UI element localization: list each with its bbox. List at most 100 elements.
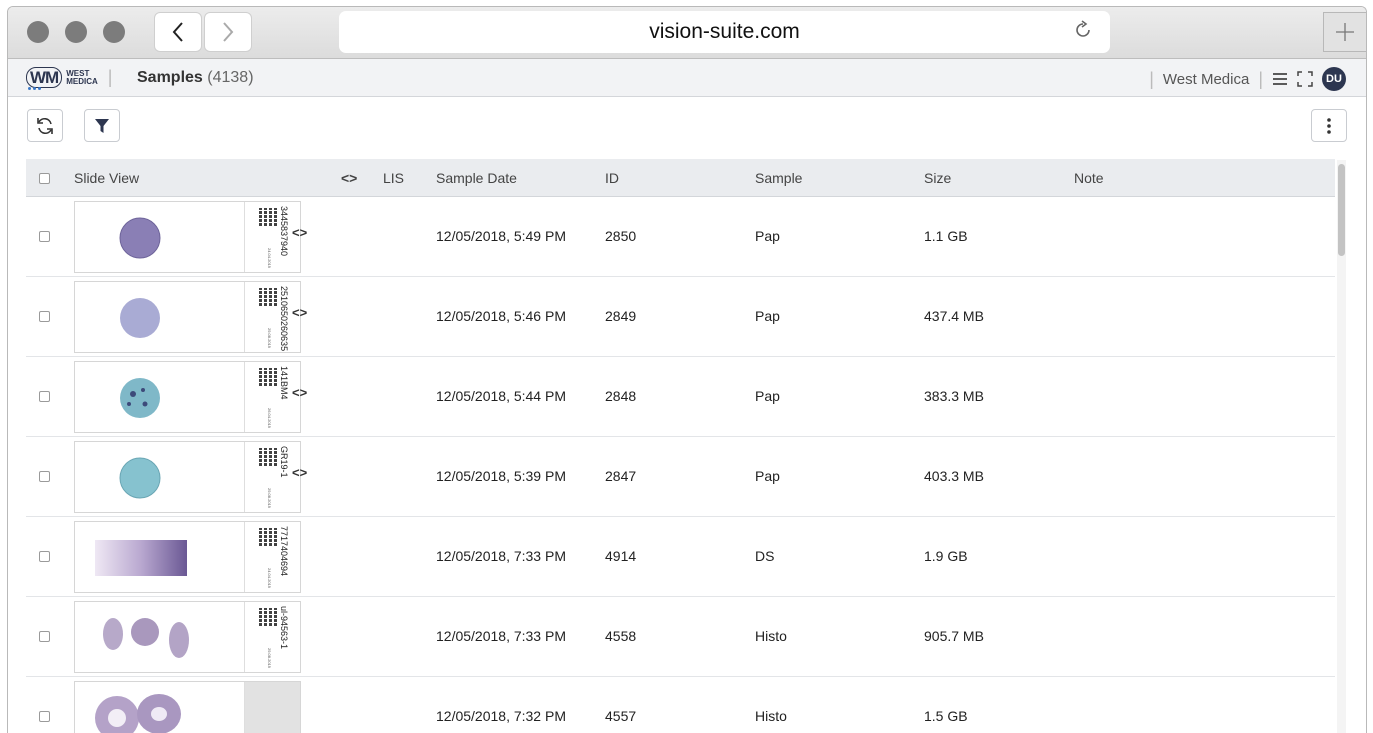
west-medica-logo[interactable]: WM WEST MEDICA | bbox=[26, 67, 112, 90]
col-sample-date[interactable]: Sample Date bbox=[436, 170, 517, 186]
plus-icon bbox=[1336, 23, 1354, 41]
page-title: Samples (4138) bbox=[137, 69, 254, 87]
slide-specimen-image bbox=[120, 298, 160, 338]
select-all-checkbox[interactable] bbox=[39, 173, 50, 184]
table-row[interactable]: 3445837940 24.04.2019 <> 12/05/2018, 5:4… bbox=[26, 197, 1335, 277]
sample-id: 4914 bbox=[605, 548, 637, 564]
view-code-link[interactable]: <> bbox=[292, 465, 307, 480]
vertical-scrollbar[interactable] bbox=[1337, 160, 1346, 733]
back-button[interactable] bbox=[154, 12, 202, 52]
slide-specimen-image bbox=[95, 540, 187, 576]
sample-type: DS bbox=[755, 548, 775, 564]
sample-size: 1.9 GB bbox=[924, 548, 968, 564]
slide-thumbnail[interactable] bbox=[74, 681, 301, 733]
slide-specimen-image bbox=[119, 217, 161, 259]
sample-type: Pap bbox=[755, 388, 780, 404]
row-checkbox[interactable] bbox=[39, 231, 50, 242]
user-avatar[interactable]: DU bbox=[1322, 67, 1346, 91]
slide-label-date: 29.08.2019 bbox=[267, 647, 272, 668]
header-right: | West Medica | DU bbox=[1149, 67, 1346, 91]
qr-code bbox=[259, 208, 277, 226]
sample-id: 2848 bbox=[605, 388, 637, 404]
row-checkbox[interactable] bbox=[39, 471, 50, 482]
page-title-text: Samples bbox=[137, 69, 203, 86]
table-row[interactable]: 2510650260635 29.08.2019 <> 12/05/2018, … bbox=[26, 277, 1335, 357]
slide-specimen-image bbox=[119, 457, 161, 499]
sample-date: 12/05/2018, 5:46 PM bbox=[436, 308, 566, 324]
slide-thumbnail[interactable]: GR19-1 29.08.2019 bbox=[74, 441, 301, 513]
row-checkbox[interactable] bbox=[39, 391, 50, 402]
minimize-window-button[interactable] bbox=[65, 21, 87, 43]
logo-brand: WEST MEDICA bbox=[66, 69, 98, 86]
sample-date: 12/05/2018, 5:49 PM bbox=[436, 228, 566, 244]
sample-size: 437.4 MB bbox=[924, 308, 984, 324]
slide-thumbnail[interactable]: 141BM4 26.04.2019 bbox=[74, 361, 301, 433]
table-row[interactable]: ul-94563-1 29.08.2019 12/05/2018, 7:33 P… bbox=[26, 597, 1335, 677]
sample-type: Histo bbox=[755, 708, 787, 724]
table-row[interactable]: GR19-1 29.08.2019 <> 12/05/2018, 5:39 PM… bbox=[26, 437, 1335, 517]
slide-label: 7717404694 24.04.2019 bbox=[244, 522, 300, 592]
slide-thumbnail[interactable]: 2510650260635 29.08.2019 bbox=[74, 281, 301, 353]
sample-id: 2849 bbox=[605, 308, 637, 324]
row-checkbox[interactable] bbox=[39, 311, 50, 322]
slide-thumbnail[interactable]: 7717404694 24.04.2019 bbox=[74, 521, 301, 593]
new-tab-button[interactable] bbox=[1323, 12, 1366, 52]
table-row[interactable]: 12/05/2018, 7:32 PM 4557 Histo 1.5 GB bbox=[26, 677, 1335, 733]
sample-date: 12/05/2018, 7:33 PM bbox=[436, 628, 566, 644]
col-sample[interactable]: Sample bbox=[755, 170, 802, 186]
org-name[interactable]: West Medica bbox=[1163, 71, 1249, 88]
sample-id: 4558 bbox=[605, 628, 637, 644]
slide-label-date: 24.04.2019 bbox=[267, 567, 272, 588]
sample-date: 12/05/2018, 5:39 PM bbox=[436, 468, 566, 484]
sample-date: 12/05/2018, 7:33 PM bbox=[436, 548, 566, 564]
scrollbar-thumb[interactable] bbox=[1338, 164, 1345, 256]
qr-code bbox=[259, 368, 277, 386]
more-vertical-icon bbox=[1327, 117, 1331, 134]
sample-type: Pap bbox=[755, 308, 780, 324]
reload-button[interactable] bbox=[1072, 19, 1094, 41]
fullscreen-icon[interactable] bbox=[1297, 71, 1313, 87]
sample-size: 1.5 GB bbox=[924, 708, 968, 724]
col-id[interactable]: ID bbox=[605, 170, 619, 186]
view-code-link[interactable]: <> bbox=[292, 305, 307, 320]
forward-button[interactable] bbox=[204, 12, 252, 52]
close-window-button[interactable] bbox=[27, 21, 49, 43]
sample-type: Pap bbox=[755, 468, 780, 484]
qr-code bbox=[259, 608, 277, 626]
menu-icon[interactable] bbox=[1272, 72, 1288, 86]
refresh-button[interactable] bbox=[27, 109, 63, 142]
view-code-link[interactable]: <> bbox=[292, 225, 307, 240]
slide-label-date: 29.08.2019 bbox=[267, 487, 272, 508]
row-checkbox[interactable] bbox=[39, 711, 50, 722]
slide-label-date: 24.04.2019 bbox=[267, 247, 272, 268]
slide-thumbnail[interactable]: 3445837940 24.04.2019 bbox=[74, 201, 301, 273]
sample-date: 12/05/2018, 5:44 PM bbox=[436, 388, 566, 404]
view-code-link[interactable]: <> bbox=[292, 385, 307, 400]
slide-label-date: 26.04.2019 bbox=[267, 407, 272, 428]
col-lis[interactable]: LIS bbox=[383, 170, 404, 186]
row-checkbox[interactable] bbox=[39, 631, 50, 642]
col-size[interactable]: Size bbox=[924, 170, 951, 186]
sample-id: 2847 bbox=[605, 468, 637, 484]
slide-label-text: GR19-1 bbox=[279, 446, 289, 478]
col-slide-view[interactable]: Slide View bbox=[74, 170, 139, 186]
slide-specimen-image bbox=[103, 618, 189, 658]
table-header: Slide View <> LIS Sample Date ID Sample … bbox=[26, 159, 1335, 197]
slide-label-date: 29.08.2019 bbox=[267, 327, 272, 348]
sample-count: (4138) bbox=[207, 69, 254, 86]
slide-label-text: ul-94563-1 bbox=[279, 606, 289, 650]
col-code[interactable]: <> bbox=[341, 170, 357, 186]
maximize-window-button[interactable] bbox=[103, 21, 125, 43]
col-note[interactable]: Note bbox=[1074, 170, 1104, 186]
table-row[interactable]: 141BM4 26.04.2019 <> 12/05/2018, 5:44 PM… bbox=[26, 357, 1335, 437]
browser-toolbar: vision-suite.com bbox=[8, 7, 1366, 59]
slide-label bbox=[244, 682, 300, 733]
filter-button[interactable] bbox=[84, 109, 120, 142]
table-row[interactable]: 7717404694 24.04.2019 12/05/2018, 7:33 P… bbox=[26, 517, 1335, 597]
row-checkbox[interactable] bbox=[39, 551, 50, 562]
slide-thumbnail[interactable]: ul-94563-1 29.08.2019 bbox=[74, 601, 301, 673]
address-bar[interactable]: vision-suite.com bbox=[339, 11, 1110, 53]
logo-brand-line2: MEDICA bbox=[66, 76, 98, 86]
more-options-button[interactable] bbox=[1311, 109, 1347, 142]
slide-specimen-image bbox=[120, 378, 160, 418]
